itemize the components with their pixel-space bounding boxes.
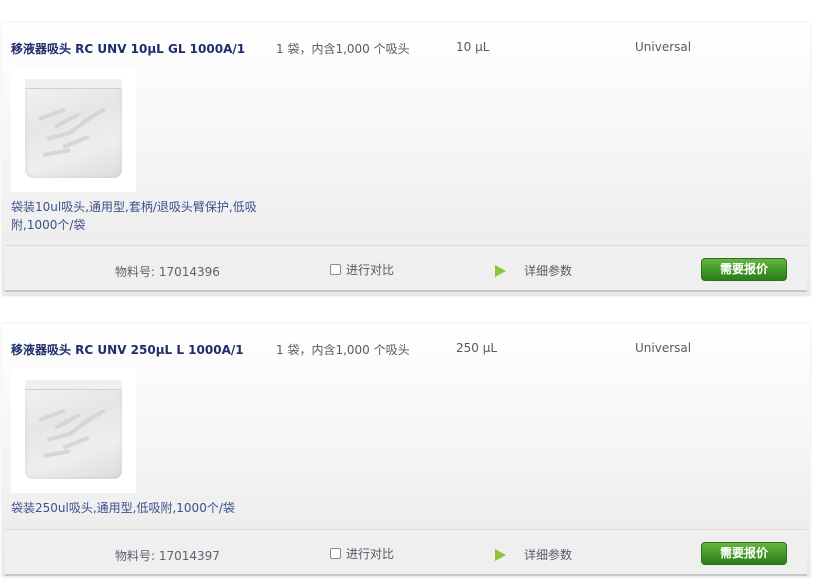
compare-label: 进行对比: [346, 263, 395, 277]
product-title[interactable]: 移液器吸头 RC UNV 10µL GL 1000A/1: [11, 40, 245, 57]
details-link[interactable]: 详细参数: [495, 546, 572, 563]
product-card: 移液器吸头 RC UNV 250µL L 1000A/1 1 袋，内含1,000…: [2, 324, 810, 577]
product-card: 移液器吸头 RC UNV 10µL GL 1000A/1 1 袋，内含1,000…: [2, 23, 810, 296]
product-pack-size: 1 袋，内含1,000 个吸头: [276, 42, 410, 56]
compare-toggle[interactable]: 进行对比: [330, 545, 394, 562]
product-title[interactable]: 移液器吸头 RC UNV 250µL L 1000A/1: [11, 341, 244, 358]
checkbox-icon[interactable]: [330, 548, 341, 559]
product-image[interactable]: [11, 368, 136, 493]
details-label: 详细参数: [524, 548, 573, 562]
tip-bag-illustration: [25, 79, 122, 178]
details-link[interactable]: 详细参数: [495, 262, 572, 279]
product-action-bar: 物料号: 17014397 进行对比 详细参数 需要报价: [5, 529, 807, 576]
checkbox-icon[interactable]: [330, 264, 341, 275]
details-label: 详细参数: [524, 264, 573, 278]
product-volume: 10 µL: [456, 40, 490, 54]
product-list: 移液器吸头 RC UNV 10µL GL 1000A/1 1 袋，内含1,000…: [0, 0, 814, 580]
product-image[interactable]: [11, 67, 136, 192]
play-triangle-icon: [495, 264, 506, 277]
product-volume: 250 µL: [456, 341, 498, 355]
tip-bag-illustration: [25, 380, 122, 479]
product-sku: 物料号: 17014396: [115, 265, 220, 279]
request-quote-button[interactable]: 需要报价: [701, 542, 787, 565]
product-sku: 物料号: 17014397: [115, 549, 220, 563]
product-type: Universal: [635, 40, 692, 54]
product-type: Universal: [635, 341, 692, 355]
product-action-bar: 物料号: 17014396 进行对比 详细参数 需要报价: [5, 245, 807, 292]
request-quote-button[interactable]: 需要报价: [701, 258, 787, 281]
compare-toggle[interactable]: 进行对比: [330, 261, 394, 278]
compare-label: 进行对比: [346, 547, 395, 561]
product-description[interactable]: 袋装250ul吸头,通用型,低吸附,1000个/袋: [11, 499, 411, 517]
play-triangle-icon: [495, 548, 506, 561]
product-pack-size: 1 袋，内含1,000 个吸头: [276, 343, 410, 357]
product-description[interactable]: 袋装10ul吸头,通用型,套柄/退吸头臂保护,低吸附,1000个/袋: [11, 198, 259, 234]
